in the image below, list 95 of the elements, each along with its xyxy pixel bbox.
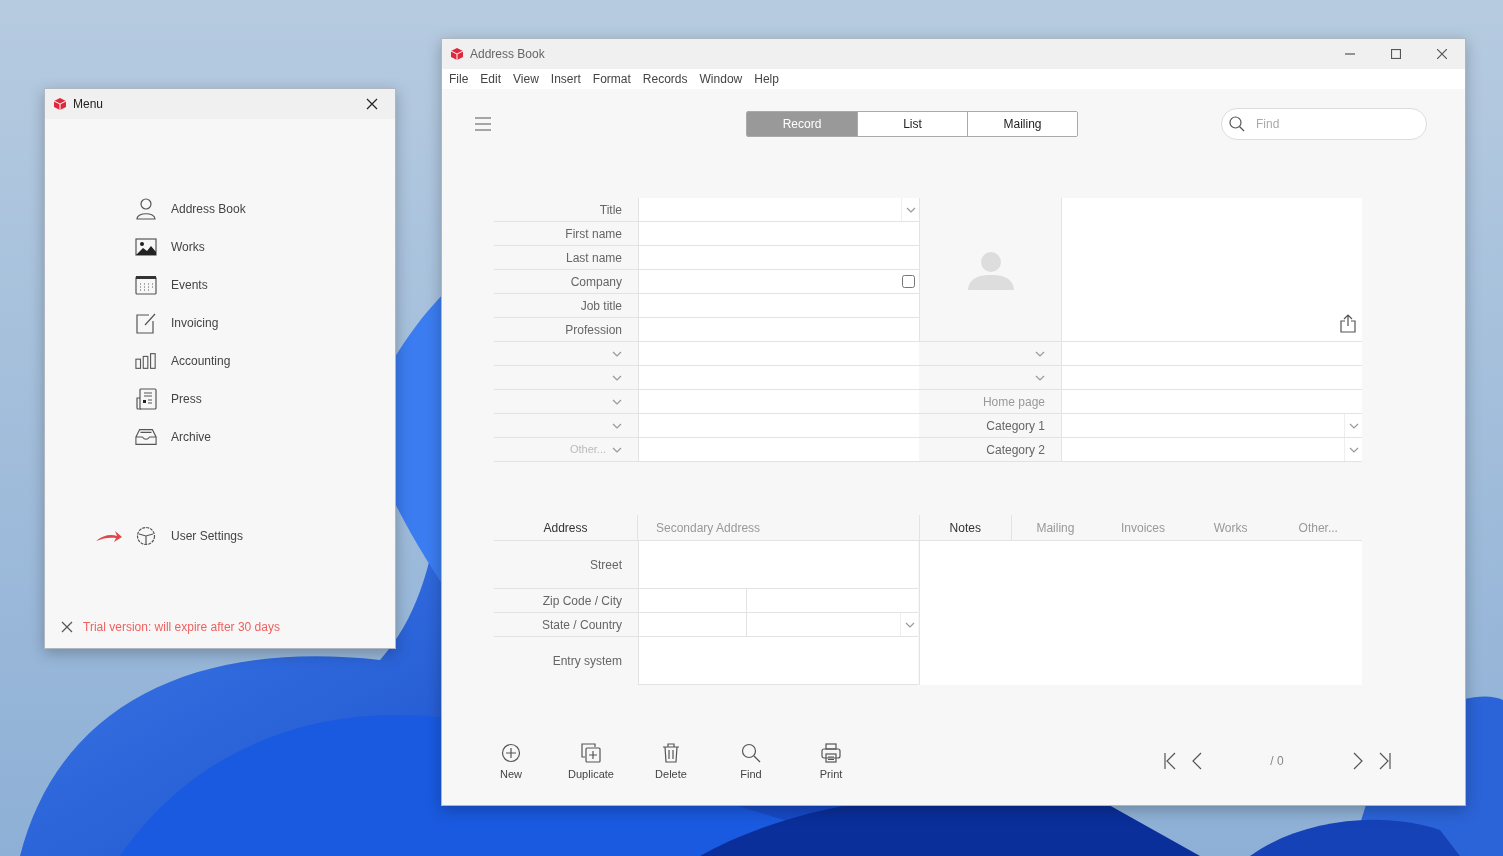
checkbox[interactable] <box>902 275 915 288</box>
chevron-icon <box>612 374 622 381</box>
settings-icon <box>136 526 156 546</box>
input-field[interactable] <box>638 390 919 414</box>
menu-item[interactable]: Archive <box>135 418 395 456</box>
printer-icon <box>821 743 841 763</box>
chevron-icon <box>1035 374 1045 381</box>
search-field[interactable]: Find <box>1221 108 1427 140</box>
menu-button[interactable] <box>474 117 492 131</box>
menu-item[interactable]: File <box>443 69 475 89</box>
close-icon <box>366 98 378 110</box>
menu-item[interactable]: Records <box>636 69 694 89</box>
menu-item[interactable]: Help <box>748 69 785 89</box>
share-icon <box>1340 314 1356 333</box>
search-icon <box>1229 116 1245 132</box>
last-icon <box>1377 751 1392 770</box>
calendar-icon <box>135 275 157 295</box>
toolbar-button[interactable]: Print <box>791 743 871 783</box>
field-label: Entry system <box>551 653 623 670</box>
toolbar-button[interactable]: Delete <box>631 743 711 783</box>
view-tab[interactable]: List <box>857 112 967 136</box>
input-field[interactable] <box>746 589 918 613</box>
input-field[interactable] <box>638 222 919 246</box>
chevron-icon <box>1348 422 1359 429</box>
window-title: Address Book <box>470 46 545 63</box>
toolbar-button[interactable]: New <box>471 743 551 783</box>
person-icon <box>135 198 157 220</box>
maximize-icon <box>1391 49 1401 59</box>
toolbar-button[interactable]: Duplicate <box>551 743 631 783</box>
input-field[interactable] <box>638 613 746 637</box>
dropdown-field[interactable] <box>638 198 919 222</box>
chevron-icon <box>1348 446 1359 453</box>
tab[interactable]: Address <box>494 515 638 540</box>
dropdown-field[interactable] <box>1061 414 1362 438</box>
notes-area[interactable] <box>920 541 1362 685</box>
edit-icon <box>135 312 157 334</box>
newspaper-icon <box>135 388 157 410</box>
menu-item[interactable]: Press <box>135 380 395 418</box>
chevron-left-icon <box>1191 751 1202 770</box>
tab[interactable]: Notes <box>920 515 1012 540</box>
chevron-icon <box>612 398 622 405</box>
input-field[interactable] <box>638 318 919 342</box>
menu-item[interactable]: Window <box>693 69 749 89</box>
image-icon <box>135 238 157 256</box>
input-field[interactable] <box>638 366 919 390</box>
trash-icon <box>662 743 680 763</box>
input-field[interactable] <box>1061 342 1362 366</box>
chevron-icon <box>612 422 622 429</box>
arrow-icon <box>95 529 123 543</box>
menu-item[interactable]: User Settings <box>135 517 244 555</box>
trial-notice: Trial version: will expire after 30 days <box>83 619 280 636</box>
view-tab[interactable]: Mailing <box>967 112 1077 136</box>
input-field[interactable] <box>638 294 919 318</box>
menu-icon <box>474 117 492 131</box>
duplicate-icon <box>581 743 601 763</box>
menu-item[interactable]: Accounting <box>135 342 395 380</box>
menu-item[interactable]: Works <box>135 228 395 266</box>
menu-item[interactable]: Insert <box>544 69 587 89</box>
chevron-icon <box>904 621 915 628</box>
menu-item[interactable]: Edit <box>474 69 508 89</box>
input-field[interactable] <box>638 270 919 294</box>
chevron-icon <box>1035 350 1045 357</box>
add-icon <box>501 743 521 763</box>
chevron-icon <box>612 350 622 357</box>
menu-item[interactable]: Events <box>135 266 395 304</box>
menu-item[interactable]: View <box>507 69 545 89</box>
dropdown-field[interactable] <box>1061 438 1362 462</box>
first-icon <box>1162 751 1177 770</box>
toolbar-button[interactable]: Find <box>711 743 791 783</box>
input-field[interactable] <box>638 541 918 589</box>
close-icon <box>61 621 73 633</box>
input-field[interactable] <box>638 246 919 270</box>
input-field[interactable] <box>638 342 919 366</box>
input-field[interactable] <box>1061 366 1362 390</box>
menu-item[interactable]: Format <box>586 69 637 89</box>
input-field[interactable] <box>638 414 919 438</box>
search-icon <box>741 743 761 763</box>
inbox-icon <box>135 428 157 446</box>
menu-item[interactable]: Address Book <box>135 190 395 228</box>
chevron-right-icon <box>1352 751 1363 770</box>
close-icon <box>1437 49 1447 59</box>
input-field[interactable] <box>638 438 919 462</box>
record-counter: / 0 <box>1269 752 1285 770</box>
bar-chart-icon <box>135 352 157 370</box>
dismiss-button[interactable] <box>61 621 73 633</box>
app-logo-icon <box>53 97 67 111</box>
dropdown-field[interactable] <box>746 613 918 637</box>
input-field[interactable] <box>638 589 746 613</box>
input-field[interactable] <box>1061 390 1362 414</box>
app-logo-icon <box>450 47 464 61</box>
chevron-icon <box>612 446 622 453</box>
chevron-icon <box>905 206 916 213</box>
menu-item[interactable]: Invoicing <box>135 304 395 342</box>
input-field[interactable] <box>638 637 918 685</box>
window-title: Menu <box>73 96 104 113</box>
